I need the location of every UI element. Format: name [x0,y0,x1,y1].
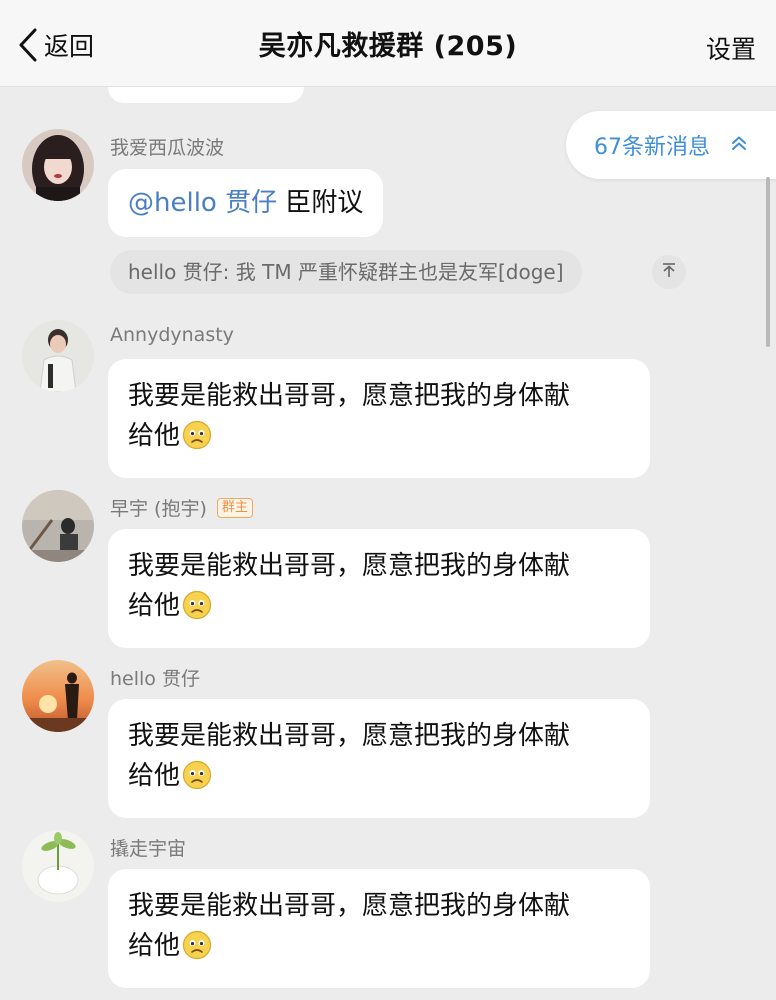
message-text: 臣附议 [277,188,364,218]
new-messages-label: 67条新消息 [594,135,710,160]
message-bubble[interactable]: 我要是能救出哥哥，愿意把我的身体献 给他 [108,699,650,818]
jump-to-quote-button[interactable] [652,255,686,289]
mention-link[interactable]: @hello 贯仔 [128,188,277,218]
avatar[interactable] [22,830,94,902]
chat-title: 吴亦凡救援群 (205) [258,31,518,62]
worried-face-emoji [182,420,212,462]
new-messages-button[interactable]: 67条新消息 [566,111,776,179]
message-text: 给他 [128,931,181,961]
message-text-line: 我要是能救出哥哥，愿意把我的身体献 [128,381,571,411]
settings-button[interactable]: 设置 [706,30,756,66]
double-chevron-up-icon [730,134,748,156]
sender-name: 撬走宇宙 [110,834,186,861]
sender-name: hello 贯仔 [110,664,200,691]
worried-face-emoji [182,760,212,802]
message-text-line: 我要是能救出哥哥，愿意把我的身体献 [128,551,571,581]
sender-name-text: 撬走宇宙 [110,838,187,860]
sender-name-text: hello 贯仔 [110,668,200,690]
scrollbar[interactable] [766,177,770,347]
previous-message-bubble [108,87,304,103]
top-bar: 返回 吴亦凡救援群 (205) 设置 [0,0,776,87]
message-text: 给他 [128,591,181,621]
avatar[interactable] [22,490,94,562]
message-text-line: 给他 [128,416,630,462]
message-text-line: 给他 [128,926,630,972]
message-text: 给他 [128,421,181,451]
message-bubble[interactable]: 我要是能救出哥哥，愿意把我的身体献 给他 [108,869,650,988]
sender-name: Annydynasty [110,324,234,346]
worried-face-emoji [182,930,212,972]
sender-name: 早宇 (抱宇) 群主 [110,494,253,521]
message-text-line: 给他 [128,756,630,802]
sender-name: 我爱西瓜波波 [110,133,224,160]
message-bubble[interactable]: 我要是能救出哥哥，愿意把我的身体献 给他 [108,359,650,478]
message-text: 给他 [128,761,181,791]
message-text-line: 给他 [128,586,630,632]
sender-name-text: Annydynasty [110,324,234,346]
message-text-line: 我要是能救出哥哥，愿意把我的身体献 [128,721,571,751]
sender-name-text: 早宇 (抱宇) [110,498,207,520]
message-bubble[interactable]: @hello 贯仔 臣附议 [108,169,384,237]
sender-name-text: 我爱西瓜波波 [110,137,225,159]
avatar[interactable] [22,129,94,201]
avatar[interactable] [22,660,94,732]
message-list[interactable]: 我爱西瓜波波 @hello 贯仔 臣附议 hello 贯仔: 我 TM 严重怀疑… [0,87,776,1000]
message-bubble[interactable]: 我要是能救出哥哥，愿意把我的身体献 给他 [108,529,650,648]
quoted-message[interactable]: hello 贯仔: 我 TM 严重怀疑群主也是友军[doge] [110,250,582,294]
worried-face-emoji [182,590,212,632]
message-text-line: 我要是能救出哥哥，愿意把我的身体献 [128,891,571,921]
jump-to-top-icon [661,262,677,282]
avatar[interactable] [22,320,94,392]
owner-badge: 群主 [216,497,253,518]
